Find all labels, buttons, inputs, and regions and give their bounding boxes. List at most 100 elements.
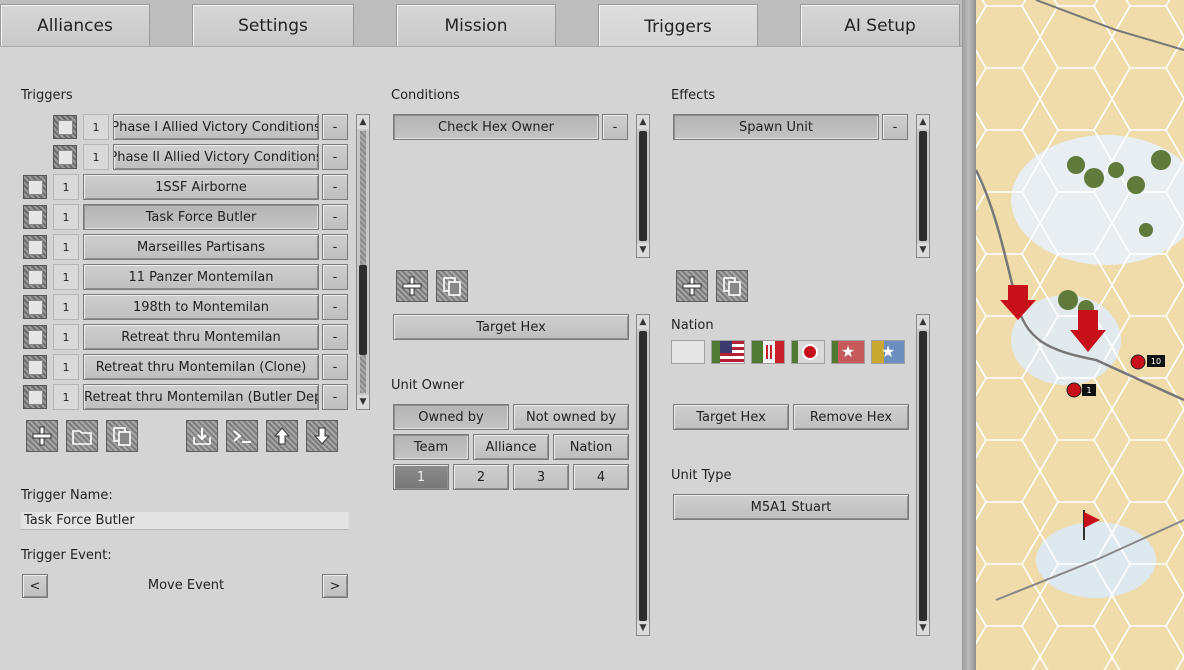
not-owned-by-toggle[interactable]: Not owned by <box>513 404 629 430</box>
scroll-thumb[interactable] <box>919 131 927 241</box>
trigger-enable-checkbox[interactable] <box>23 355 47 379</box>
scroll-down-icon[interactable]: ▼ <box>917 621 929 635</box>
trigger-count: 1 <box>53 384 79 410</box>
nation-flag-free-france[interactable] <box>751 340 785 364</box>
trigger-enable-checkbox[interactable] <box>23 205 47 229</box>
add-condition-button[interactable] <box>396 270 428 302</box>
nation-flag-germany[interactable] <box>791 340 825 364</box>
effects-scrollbar[interactable]: ▲ ▼ <box>916 114 930 258</box>
trigger-remove-button[interactable]: - <box>322 294 348 320</box>
event-prev-button[interactable]: < <box>22 574 48 598</box>
nation-flag-blank[interactable] <box>671 340 705 364</box>
nation-flag-star-blue[interactable]: ★ <box>871 340 905 364</box>
trigger-item-selected[interactable]: Task Force Butler <box>83 204 319 230</box>
clone-condition-button[interactable] <box>436 270 468 302</box>
unit-type-selector[interactable]: M5A1 Stuart <box>673 494 909 520</box>
trigger-remove-button[interactable]: - <box>322 114 348 140</box>
trigger-item[interactable]: 198th to Montemilan <box>83 294 319 320</box>
trigger-item[interactable]: Retreat thru Montemilan <box>83 324 319 350</box>
alliance-toggle[interactable]: Alliance <box>473 434 549 460</box>
trigger-remove-button[interactable]: - <box>322 174 348 200</box>
open-folder-button[interactable] <box>66 420 98 452</box>
scroll-down-icon[interactable]: ▼ <box>637 621 649 635</box>
owner-number-4[interactable]: 4 <box>573 464 629 490</box>
console-button[interactable] <box>226 420 258 452</box>
effect-remove-hex-button[interactable]: Remove Hex <box>793 404 909 430</box>
import-trigger-button[interactable] <box>186 420 218 452</box>
owner-number-1-selected[interactable]: 1 <box>393 464 449 490</box>
team-toggle[interactable]: Team <box>393 434 469 460</box>
effect-target-hex-button[interactable]: Target Hex <box>673 404 789 430</box>
trigger-item[interactable]: 11 Panzer Montemilan <box>83 264 319 290</box>
condition-remove-button[interactable]: - <box>602 114 628 140</box>
tab-alliances[interactable]: Alliances <box>0 4 150 46</box>
trigger-count: 1 <box>83 144 109 170</box>
tab-triggers[interactable]: Triggers <box>598 4 758 48</box>
scroll-up-icon[interactable]: ▲ <box>637 115 649 129</box>
trigger-remove-button[interactable]: - <box>322 324 348 350</box>
trigger-count: 1 <box>53 294 79 320</box>
scroll-up-icon[interactable]: ▲ <box>637 315 649 329</box>
owner-number-3[interactable]: 3 <box>513 464 569 490</box>
scroll-down-icon[interactable]: ▼ <box>917 243 929 257</box>
tab-settings[interactable]: Settings <box>192 4 354 46</box>
trigger-item[interactable]: Retreat thru Montemilan (Butler Deploys) <box>83 384 319 410</box>
trigger-remove-button[interactable]: - <box>322 354 348 380</box>
nation-flag-star-red[interactable]: ★ <box>831 340 865 364</box>
trigger-item[interactable]: Marseilles Partisans <box>83 234 319 260</box>
trigger-remove-button[interactable]: - <box>322 264 348 290</box>
trigger-item[interactable]: 1SSF Airborne <box>83 174 319 200</box>
clone-trigger-button[interactable] <box>106 420 138 452</box>
scroll-thumb[interactable] <box>639 331 647 621</box>
trigger-item[interactable]: Phase I Allied Victory Conditions <box>113 114 319 140</box>
trigger-item[interactable]: Retreat thru Montemilan (Clone) <box>83 354 319 380</box>
add-trigger-button[interactable] <box>26 420 58 452</box>
move-up-button[interactable] <box>266 420 298 452</box>
scroll-thumb[interactable] <box>359 265 367 355</box>
trigger-remove-button[interactable]: - <box>322 234 348 260</box>
nation-flag-usa[interactable] <box>711 340 745 364</box>
owned-by-toggle[interactable]: Owned by <box>393 404 509 430</box>
trigger-enable-checkbox[interactable] <box>23 295 47 319</box>
condition-item[interactable]: Check Hex Owner <box>393 114 599 140</box>
clone-effect-button[interactable] <box>716 270 748 302</box>
tab-ai-setup[interactable]: AI Setup <box>800 4 960 46</box>
trigger-count: 1 <box>83 114 109 140</box>
effect-remove-button[interactable]: - <box>882 114 908 140</box>
tab-mission[interactable]: Mission <box>396 4 556 46</box>
trigger-enable-checkbox[interactable] <box>23 325 47 349</box>
trigger-remove-button[interactable]: - <box>322 384 348 410</box>
trigger-item[interactable]: Phase II Allied Victory Conditions <box>113 144 319 170</box>
effect-details-scrollbar[interactable]: ▲ ▼ <box>916 314 930 636</box>
condition-details-scrollbar[interactable]: ▲ ▼ <box>636 314 650 636</box>
scroll-up-icon[interactable]: ▲ <box>917 115 929 129</box>
triggers-heading: Triggers <box>21 88 73 103</box>
hex-map[interactable]: 10 1 <box>976 0 1184 670</box>
nation-toggle[interactable]: Nation <box>553 434 629 460</box>
owner-number-2[interactable]: 2 <box>453 464 509 490</box>
trigger-enable-checkbox[interactable] <box>23 175 47 199</box>
triggers-scrollbar[interactable]: ▲ ▼ <box>356 114 370 410</box>
move-down-button[interactable] <box>306 420 338 452</box>
scroll-down-icon[interactable]: ▼ <box>637 243 649 257</box>
conditions-scrollbar[interactable]: ▲ ▼ <box>636 114 650 258</box>
scroll-thumb[interactable] <box>639 131 647 241</box>
trigger-enable-checkbox[interactable] <box>23 235 47 259</box>
trigger-remove-button[interactable]: - <box>322 204 348 230</box>
trigger-enable-checkbox[interactable] <box>53 145 77 169</box>
conditions-heading: Conditions <box>391 88 460 103</box>
trigger-remove-button[interactable]: - <box>322 144 348 170</box>
effect-item[interactable]: Spawn Unit <box>673 114 879 140</box>
add-effect-button[interactable] <box>676 270 708 302</box>
trigger-enable-checkbox[interactable] <box>23 385 47 409</box>
trigger-count: 1 <box>53 264 79 290</box>
condition-target-hex-button[interactable]: Target Hex <box>393 314 629 340</box>
scroll-down-icon[interactable]: ▼ <box>357 395 369 409</box>
trigger-enable-checkbox[interactable] <box>53 115 77 139</box>
scroll-thumb[interactable] <box>919 331 927 621</box>
scroll-up-icon[interactable]: ▲ <box>917 315 929 329</box>
scroll-up-icon[interactable]: ▲ <box>357 115 369 129</box>
trigger-name-field[interactable]: Task Force Butler <box>21 512 349 530</box>
event-next-button[interactable]: > <box>322 574 348 598</box>
trigger-enable-checkbox[interactable] <box>23 265 47 289</box>
